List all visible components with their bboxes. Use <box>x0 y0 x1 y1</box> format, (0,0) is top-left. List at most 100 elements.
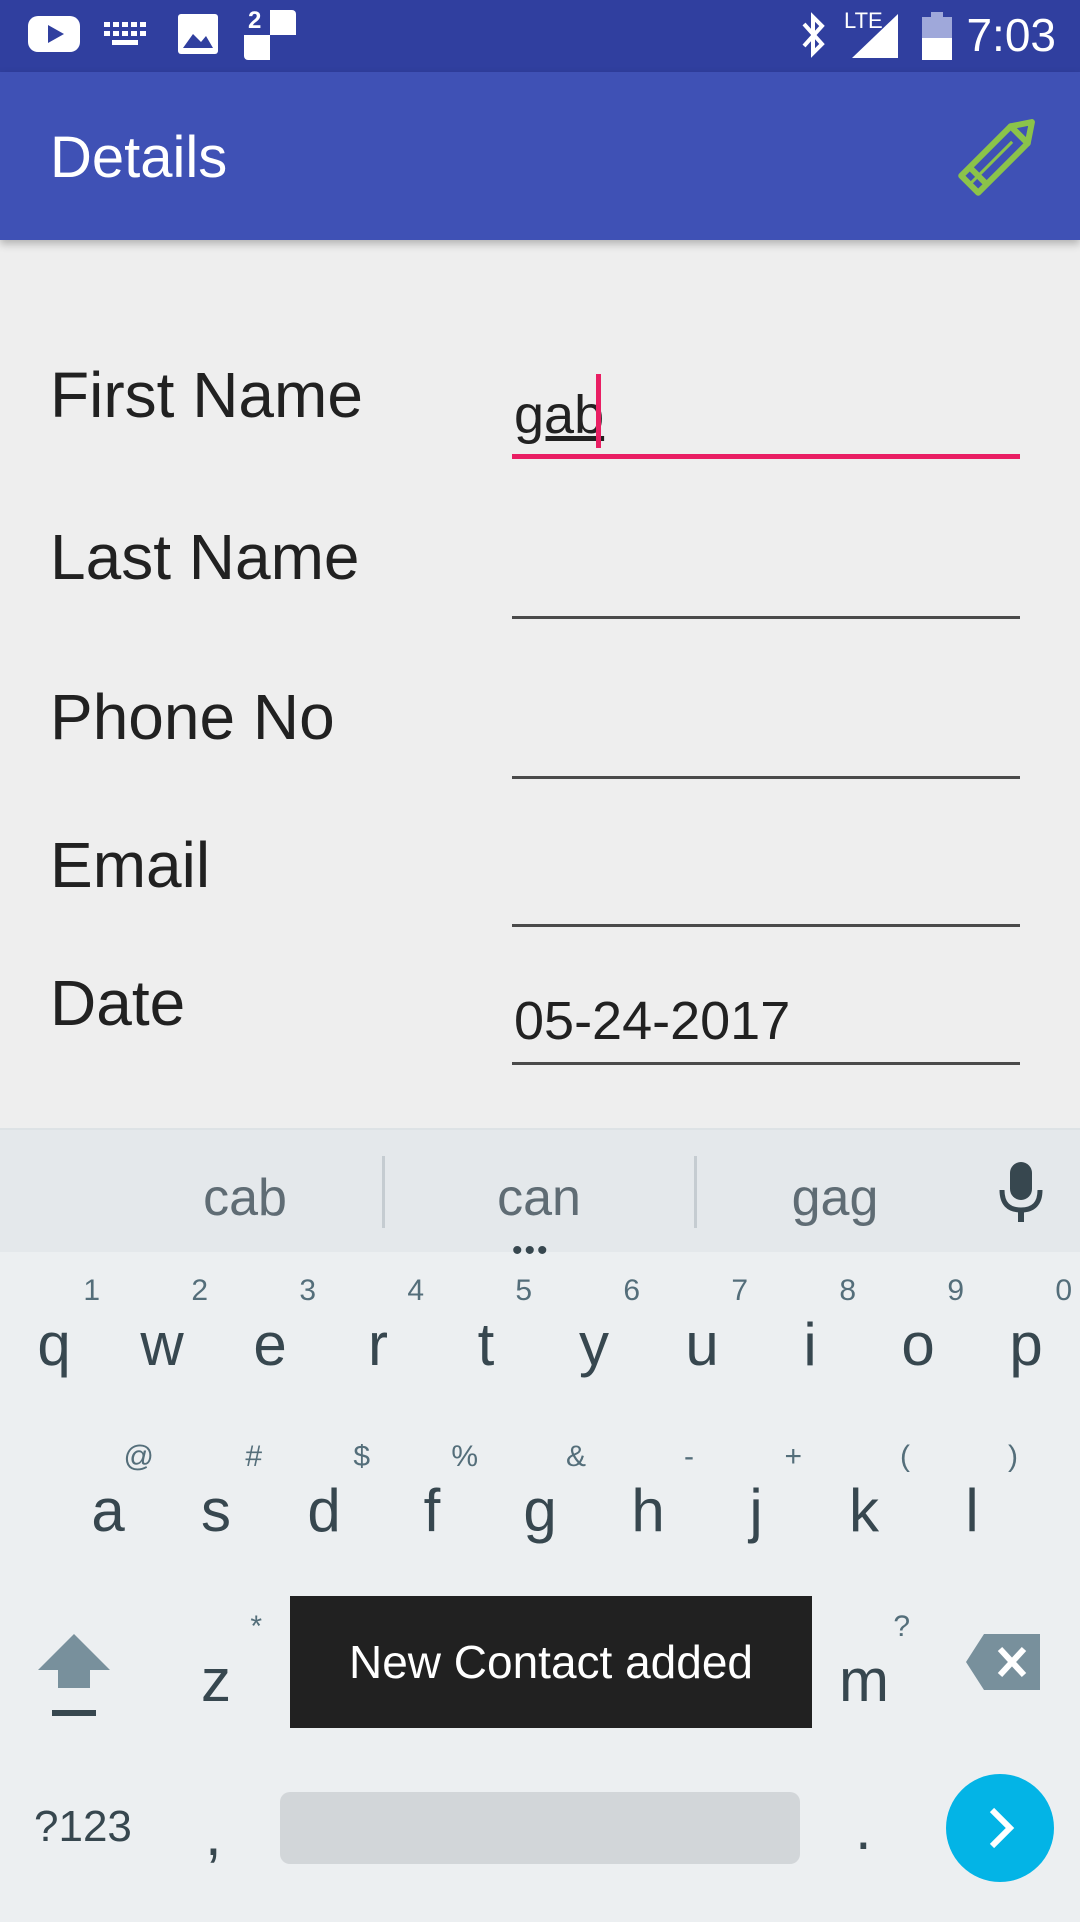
key-a[interactable]: @ a <box>58 1436 158 1556</box>
signal-icon <box>852 14 898 58</box>
youtube-icon <box>28 16 80 52</box>
key-hint: & <box>565 1440 586 1473</box>
key-g[interactable]: & g <box>490 1436 590 1556</box>
chevron-right-icon <box>989 1807 1015 1849</box>
suggestion-2[interactable]: can <box>444 1168 634 1228</box>
date-underline <box>512 1062 1020 1065</box>
key-hint: ? <box>893 1610 910 1643</box>
phone-label: Phone No <box>50 681 335 753</box>
key-w[interactable]: 2w <box>112 1270 212 1390</box>
key-p[interactable]: 0p <box>976 1270 1076 1390</box>
comma-key[interactable]: , <box>205 1800 222 1869</box>
phone-field[interactable] <box>514 706 1022 776</box>
key-letter: t <box>477 1311 495 1378</box>
badge-number: 2 <box>248 7 262 34</box>
key-letter: y <box>579 1311 609 1378</box>
email-underline <box>512 924 1020 927</box>
symbols-key[interactable]: ?123 <box>34 1802 132 1852</box>
key-l[interactable]: ) l <box>922 1436 1022 1556</box>
key-i[interactable]: 8i <box>760 1270 860 1390</box>
suggestion-divider <box>694 1156 697 1228</box>
key-letter: m <box>839 1647 889 1714</box>
email-field[interactable] <box>514 854 1022 924</box>
gallery-icon <box>178 14 218 54</box>
status-bar: 2 LTE 7:03 <box>0 0 1080 72</box>
enter-key[interactable] <box>946 1774 1054 1882</box>
key-letter: k <box>849 1477 879 1544</box>
key-letter: d <box>307 1477 341 1544</box>
phone-underline <box>512 776 1020 779</box>
app-bar: Details <box>0 72 1080 240</box>
key-letter: u <box>685 1311 719 1378</box>
date-label: Date <box>50 967 186 1039</box>
key-o[interactable]: 9o <box>868 1270 968 1390</box>
date-field[interactable]: 05-24-2017 <box>514 990 790 1052</box>
key-hint: @ <box>123 1440 154 1473</box>
more-suggestions-icon[interactable]: ••• <box>512 1234 550 1268</box>
key-d[interactable]: $ d <box>274 1436 374 1556</box>
key-s[interactable]: # s <box>166 1436 266 1556</box>
key-hint: $ <box>353 1440 370 1473</box>
key-hint: ( <box>900 1440 910 1473</box>
toast-message: New Contact added <box>290 1596 812 1728</box>
key-k[interactable]: (k <box>814 1436 914 1556</box>
key-hint: 4 <box>407 1274 424 1307</box>
email-label: Email <box>50 829 211 901</box>
key-hint: - <box>684 1440 694 1473</box>
key-hint: 1 <box>83 1274 100 1307</box>
key-q[interactable]: 1q <box>4 1270 104 1390</box>
key-f[interactable]: % f <box>382 1436 482 1556</box>
key-letter: w <box>140 1311 184 1378</box>
key-hint: + <box>784 1440 802 1473</box>
backspace-icon[interactable] <box>966 1634 1040 1690</box>
key-y[interactable]: 6y <box>544 1270 644 1390</box>
last-name-label: Last Name <box>50 521 360 593</box>
pencil-icon[interactable] <box>946 104 1050 208</box>
key-letter: z <box>201 1647 231 1714</box>
key-e[interactable]: 3e <box>220 1270 320 1390</box>
app-badge-icon: 2 <box>244 7 296 60</box>
shift-icon[interactable] <box>36 1630 112 1720</box>
suggestion-divider <box>382 1156 385 1228</box>
key-h[interactable]: -h <box>598 1436 698 1556</box>
key-hint: 8 <box>839 1274 856 1307</box>
page-title: Details <box>50 125 228 190</box>
key-letter: r <box>368 1311 388 1378</box>
key-letter: l <box>965 1477 979 1544</box>
bluetooth-icon <box>802 12 825 58</box>
key-hint: 3 <box>299 1274 316 1307</box>
key-t[interactable]: 5t <box>436 1270 536 1390</box>
key-hint: 0 <box>1055 1274 1072 1307</box>
key-letter: o <box>901 1311 935 1378</box>
key-letter: j <box>749 1477 763 1544</box>
key-letter: q <box>37 1311 71 1378</box>
key-hint: 9 <box>947 1274 964 1307</box>
key-letter: p <box>1009 1311 1043 1378</box>
battery-icon <box>922 12 952 60</box>
microphone-icon[interactable] <box>998 1162 1044 1224</box>
keyboard-icon <box>104 22 146 45</box>
last-name-field[interactable] <box>514 546 1022 616</box>
key-m[interactable]: ? m <box>814 1606 914 1726</box>
key-z[interactable]: * z <box>166 1606 266 1726</box>
key-hint: 5 <box>515 1274 532 1307</box>
first-name-field[interactable]: gab <box>514 384 604 446</box>
soft-keyboard: cab can ••• gag 1q2w3e4r5t6y7u8i9o0p @ a #… <box>0 1128 1080 1922</box>
key-hint: % <box>451 1440 478 1473</box>
key-hint: 6 <box>623 1274 640 1307</box>
suggestion-1[interactable]: cab <box>150 1168 340 1228</box>
key-letter: s <box>201 1477 231 1544</box>
key-u[interactable]: 7u <box>652 1270 752 1390</box>
key-hint: ) <box>1008 1440 1018 1473</box>
last-name-underline <box>512 616 1020 619</box>
key-j[interactable]: + j <box>706 1436 806 1556</box>
first-name-label: First Name <box>50 359 363 431</box>
key-letter: g <box>523 1477 557 1544</box>
period-key[interactable]: . <box>855 1794 872 1863</box>
key-hint: * <box>250 1610 262 1643</box>
suggestion-3[interactable]: gag <box>740 1168 930 1228</box>
space-bar[interactable] <box>280 1792 800 1864</box>
key-letter: f <box>423 1477 441 1544</box>
key-r[interactable]: 4r <box>328 1270 428 1390</box>
first-name-underline <box>512 454 1020 459</box>
